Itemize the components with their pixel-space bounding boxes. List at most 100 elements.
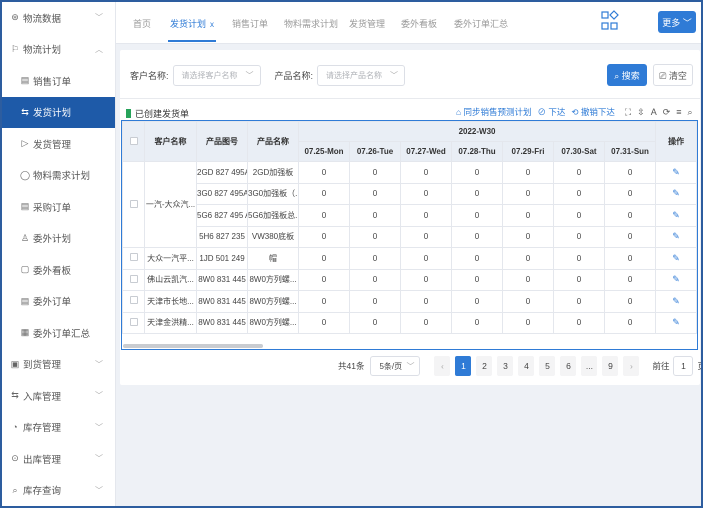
clear-button[interactable]: ⎚ 清空 [653,64,693,86]
edit-icon[interactable]: ✎ [672,253,680,263]
page-button[interactable]: 3 [497,356,514,376]
refresh-icon[interactable]: ⟳ [663,107,671,118]
row-select-cell[interactable] [122,311,145,334]
table-row[interactable]: 5G6 827 495 A 5G6加强板总... 0 0 0 0 0 0 0 ✎ [123,204,698,227]
page-button[interactable]: 2 [476,356,493,376]
sidebar-item-14[interactable]: ⊙ 出库管理 ﹀ [2,443,115,475]
row-select-cell[interactable] [122,290,145,313]
sidebar-item-11[interactable]: ▣ 到货管理 ﹀ [2,349,115,381]
columns-icon[interactable]: ≡ [676,107,681,117]
page-button[interactable]: 5 [539,356,556,376]
cell-qty: 0 [502,290,554,313]
edit-icon[interactable]: ✎ [672,210,680,220]
cell-qty: 0 [298,182,350,205]
density-icon[interactable]: ⇳ [637,107,645,118]
edit-icon[interactable]: ✎ [672,296,680,306]
apps-grid-icon[interactable] [601,10,619,32]
sidebar-item-10[interactable]: ▦ 委外订单汇总 [2,317,115,349]
customer-select[interactable]: 请选择客户名称 ﹀ [172,64,261,86]
sidebar-item-15[interactable]: ⌕ 库存查询 ﹀ [2,475,115,507]
sidebar-item-1[interactable]: ⚐ 物流计划 ︿ [2,34,115,66]
table-row[interactable]: 佛山云凯汽... 8W0 831 445 8W0方列螺... 0 0 0 0 0 0 0 ✎ [122,268,698,291]
cell-customer: 天津市长地... [144,290,197,313]
page-size-select[interactable]: 5条/页 ﹀ [370,356,421,376]
row-checkbox[interactable] [129,199,138,208]
cell-qty: 0 [502,311,554,334]
tab-shipping-mgmt[interactable]: 发货管理 [349,17,385,30]
sidebar-item-9[interactable]: ▤ 委外订单 [2,286,115,318]
content-card: 客户名称: 请选择客户名称 ﹀ 产品名称: 请选择产品名称 ﹀ ⌕ 搜索 ⎚ 清空 … [120,50,701,385]
goto-page-input[interactable]: 1 [673,356,694,376]
row-checkbox[interactable] [129,317,138,326]
cell-product: 8W0方列螺... [247,311,299,334]
edit-icon[interactable]: ✎ [672,317,680,327]
page-button[interactable]: 6 [560,356,577,376]
table-toolbar: ⌂ 同步销售预测计划 ⊘ 下达 ⟲ 撤销下达 ⛶ ⇳ A ⟳ ≡ ⌕ [456,106,699,118]
page-button[interactable]: 1 [455,356,472,376]
sidebar-item-8[interactable]: ▢ 委外看板 [2,254,115,286]
next-page-button[interactable]: › [623,356,640,376]
tab-shipping-plan[interactable]: 发货计划 x [170,17,214,30]
product-select[interactable]: 请选择产品名称 ﹀ [317,64,406,86]
more-button[interactable]: 更多 ﹀ [658,11,696,33]
select-all-checkbox[interactable] [129,136,138,145]
search-button[interactable]: ⌕ 搜索 [607,64,647,86]
sidebar-item-12[interactable]: ⇆ 入库管理 ﹀ [2,380,115,412]
prev-page-button[interactable]: ‹ [434,356,451,376]
cell-qty: 0 [553,247,605,270]
row-checkbox[interactable] [129,296,138,305]
row-select-cell[interactable] [122,161,145,248]
page-button[interactable]: 9 [602,356,619,376]
table-row[interactable]: 天津市长地... 8W0 831 445 8W0方列螺... 0 0 0 0 0 0 0 ✎ [122,290,698,313]
chevron-icon: ﹀ [95,391,103,401]
col-customer: 客户名称 [144,121,197,162]
cell-qty: 0 [553,225,605,248]
sidebar-item-6[interactable]: ▤ 采购订单 [2,191,115,223]
close-icon[interactable]: x [210,20,214,29]
cell-customer: 大众一汽平... [144,247,197,270]
sidebar-item-13[interactable]: ◔ 库存管理 ﹀ [2,412,115,444]
sidebar-item-label: 入库管理 [23,391,62,403]
sidebar-item-5[interactable]: ◯ 物料需求计划 [2,160,115,192]
edit-icon[interactable]: ✎ [672,231,680,241]
cell-qty: 0 [553,161,605,184]
row-checkbox[interactable] [129,274,138,283]
tab-outsource-board[interactable]: 委外看板 [401,17,437,30]
table-row[interactable]: 一汽-大众汽... 2GD 827 495A 2GD加强板 0 0 0 0 0 0 0 ✎ [122,161,698,248]
sidebar-item-4[interactable]: ▷ 发货管理 [2,128,115,160]
page-button[interactable]: 4 [518,356,535,376]
select-all-cell[interactable] [122,121,145,162]
app-window: ⊛ 物流数据 ﹀ ⚐ 物流计划 ︿ ▤ 销售订单 ⇆ 发货计划 ▷ 发货管理 ◯ 物料需求计划 ▤ 采购订单 ♙… [0,0,703,508]
horizontal-scrollbar[interactable] [123,344,263,348]
sidebar-item-2[interactable]: ▤ 销售订单 [2,65,115,97]
row-select-cell[interactable] [122,268,145,291]
cell-part-no: 3G0 827 495A [196,182,248,205]
sidebar-item-0[interactable]: ⊛ 物流数据 ﹀ [2,2,115,34]
edit-icon[interactable]: ✎ [672,167,680,177]
cell-qty: 0 [451,161,503,184]
sync-forecast-button[interactable]: ⌂ 同步销售预测计划 [456,106,532,118]
ship-plan-icon: ⇆ [21,106,29,117]
tab-sales-order[interactable]: 销售订单 [232,17,268,30]
row-checkbox[interactable] [129,253,138,262]
table-row[interactable]: 大众一汽平... 1JD 501 249 帽 0 0 0 0 0 0 0 ✎ [122,247,698,270]
sidebar-item-3[interactable]: ⇆ 发货计划 [2,96,115,128]
edit-icon[interactable]: ✎ [672,274,680,284]
fullscreen-icon[interactable]: ⛶ [625,107,631,118]
issue-button[interactable]: ⊘ 下达 [538,106,566,118]
tab-material-plan[interactable]: 物料需求计划 [284,17,338,30]
table-row[interactable]: 天津金洪精... 8W0 831 445 8W0方列螺... 0 0 0 0 0 0 0 ✎ [122,311,698,334]
page-ellipsis[interactable]: ... [581,356,598,376]
search-icon[interactable]: ⌕ [688,107,693,118]
table-row[interactable]: 5H6 827 235 VW380底板 0 0 0 0 0 0 0 ✎ [123,225,698,248]
table-row[interactable]: 3G0 827 495A 3G0加强板（... 0 0 0 0 0 0 0 ✎ [123,182,698,205]
row-select-cell[interactable] [122,247,145,270]
sidebar-item-7[interactable]: ♙ 委外计划 [2,223,115,255]
tab-home[interactable]: 首页 [133,17,151,30]
cell-qty: 0 [400,311,452,334]
font-size-icon[interactable]: A [651,107,657,117]
tab-outsource-summary[interactable]: 委外订单汇总 [454,17,508,30]
edit-icon[interactable]: ✎ [672,188,680,198]
cell-qty: 0 [400,247,452,270]
revoke-issue-button[interactable]: ⟲ 撤销下达 [571,106,614,118]
